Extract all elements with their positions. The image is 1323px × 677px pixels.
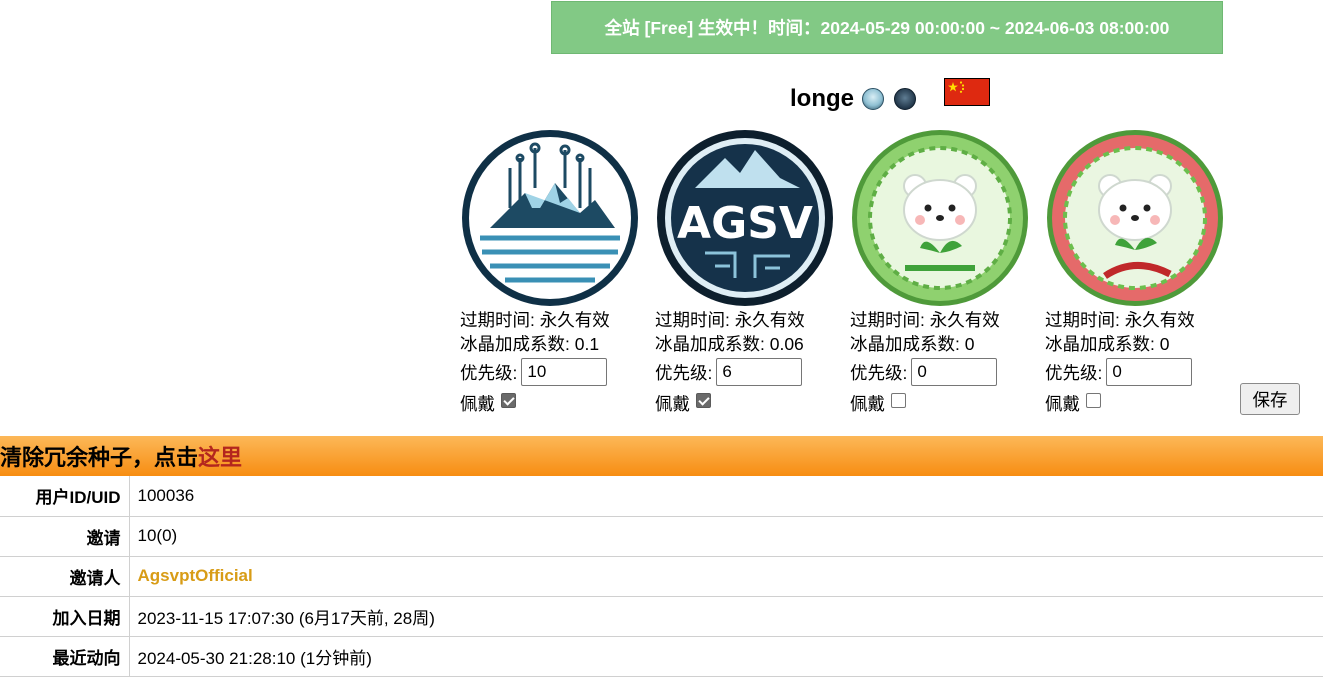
wear-checkbox[interactable] [696, 392, 711, 408]
medal-card: AGSV 过期时间: 永久有效 冰晶加成系数: 0.06 优先级: 佩戴 [655, 128, 845, 418]
invites-label: 邀请 [0, 516, 130, 557]
wear-label: 佩戴 [1045, 393, 1080, 414]
username[interactable]: longe [790, 85, 854, 113]
user-info-table: 用户ID/UID 100036 邀请 10(0) 邀请人 AgsvptOffic… [0, 476, 1323, 677]
promo-banner: 全站 [Free] 生效中！时间：2024-05-29 00:00:00 ~ 2… [551, 1, 1223, 54]
uid-label: 用户ID/UID [0, 476, 130, 517]
medal-card: 过期时间: 永久有效 冰晶加成系数: 0.1 优先级: 佩戴 [460, 128, 650, 418]
priority-label: 优先级: [655, 362, 713, 383]
ice-mountain-badge-icon [862, 88, 884, 110]
wear-label: 佩戴 [460, 393, 495, 414]
wear-checkbox[interactable] [1086, 392, 1101, 408]
medal-bonus: 冰晶加成系数: 0 [850, 334, 975, 354]
bear-sprout-medal-icon [852, 130, 1028, 306]
bear-new-year-medal-icon [1047, 130, 1223, 306]
last-activity-value: 2024-05-30 21:28:10 (1分钟前) [129, 636, 1323, 677]
cleanup-text: 清除冗余种子，点击 [0, 445, 199, 470]
inviter-cell: AgsvptOfficial [129, 556, 1323, 597]
wear-row: 佩戴 [460, 388, 650, 418]
table-row: 用户ID/UID 100036 [0, 476, 1323, 517]
priority-label: 优先级: [850, 362, 908, 383]
medal-bonus: 冰晶加成系数: 0.1 [460, 334, 600, 354]
table-row: 邀请人 AgsvptOfficial [0, 556, 1323, 597]
cleanup-link[interactable]: 这里 [198, 440, 242, 472]
save-button[interactable]: 保存 [1240, 383, 1300, 415]
priority-input[interactable] [521, 358, 608, 386]
agsv-badge-icon [894, 88, 916, 110]
priority-row: 优先级: [460, 356, 650, 388]
medal-expire: 过期时间: 永久有效 [1045, 310, 1195, 330]
invites-value: 10(0) [129, 516, 1323, 557]
priority-label: 优先级: [1045, 362, 1103, 383]
priority-input[interactable] [716, 358, 803, 386]
priority-input[interactable] [1106, 358, 1193, 386]
join-date-label: 加入日期 [0, 596, 130, 637]
wear-row: 佩戴 [850, 388, 1040, 418]
promo-banner-text: 全站 [Free] 生效中！时间：2024-05-29 00:00:00 ~ 2… [604, 18, 1170, 38]
last-activity-label: 最近动向 [0, 636, 130, 677]
wear-row: 佩戴 [1045, 388, 1235, 418]
priority-input[interactable] [911, 358, 998, 386]
inviter-label: 邀请人 [0, 556, 130, 597]
medal-expire: 过期时间: 永久有效 [460, 310, 610, 330]
china-flag-icon [944, 78, 990, 106]
join-date-value: 2023-11-15 17:07:30 (6月17天前, 28周) [129, 596, 1323, 637]
user-header: longe [790, 78, 990, 118]
wear-label: 佩戴 [850, 393, 885, 414]
table-row: 加入日期 2023-11-15 17:07:30 (6月17天前, 28周) [0, 596, 1323, 637]
medal-bonus: 冰晶加成系数: 0.06 [655, 334, 804, 354]
priority-label: 优先级: [460, 362, 518, 383]
medal-expire: 过期时间: 永久有效 [850, 310, 1000, 330]
agsv-medal-lettering: AGSV [677, 198, 813, 249]
priority-row: 优先级: [1045, 356, 1235, 388]
medal-card: 过期时间: 永久有效 冰晶加成系数: 0 优先级: 佩戴 [850, 128, 1040, 418]
cleanup-bar: 清除冗余种子，点击 这里 [0, 436, 1323, 476]
wear-label: 佩戴 [655, 393, 690, 414]
uid-value: 100036 [129, 476, 1323, 517]
priority-row: 优先级: [655, 356, 845, 388]
wear-checkbox[interactable] [891, 392, 906, 408]
ice-mountain-medal-icon [462, 130, 638, 306]
inviter-link[interactable]: AgsvptOfficial [138, 566, 253, 585]
wear-row: 佩戴 [655, 388, 845, 418]
agsv-medal-icon: AGSV [657, 130, 833, 306]
table-row: 邀请 10(0) [0, 516, 1323, 557]
medal-card: 过期时间: 永久有效 冰晶加成系数: 0 优先级: 佩戴 [1045, 128, 1235, 418]
wear-checkbox[interactable] [501, 392, 516, 408]
medal-bonus: 冰晶加成系数: 0 [1045, 334, 1170, 354]
table-row: 最近动向 2024-05-30 21:28:10 (1分钟前) [0, 636, 1323, 677]
medal-expire: 过期时间: 永久有效 [655, 310, 805, 330]
priority-row: 优先级: [850, 356, 1040, 388]
